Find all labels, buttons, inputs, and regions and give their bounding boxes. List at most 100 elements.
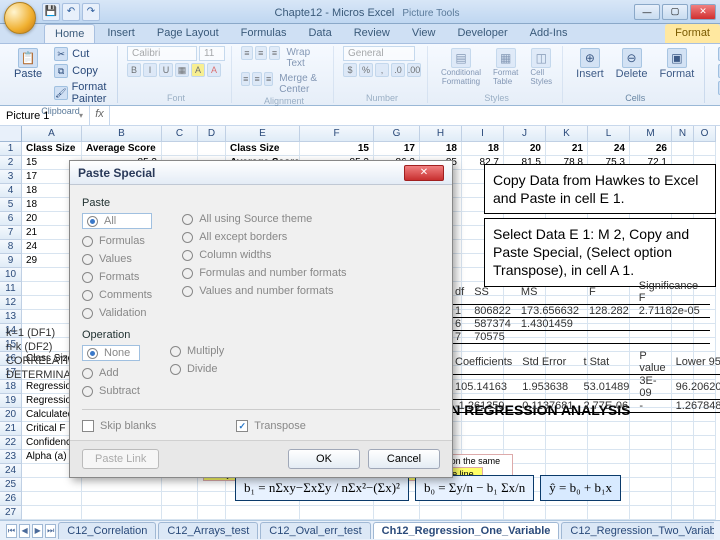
- sheet-tab[interactable]: C12_Oval_err_test: [260, 522, 370, 539]
- row-header[interactable]: 9: [0, 254, 22, 268]
- cell[interactable]: [226, 506, 300, 520]
- cell[interactable]: [694, 478, 716, 492]
- cell[interactable]: [672, 464, 694, 478]
- radio-multiply[interactable]: Multiply: [170, 345, 224, 357]
- cell[interactable]: [82, 492, 162, 506]
- radio-divide[interactable]: Divide: [170, 363, 224, 375]
- cell[interactable]: [630, 478, 672, 492]
- radio-add[interactable]: Add: [82, 367, 140, 379]
- ribbon-tab-page-layout[interactable]: Page Layout: [147, 24, 229, 43]
- col-header[interactable]: A: [22, 126, 82, 142]
- cell[interactable]: [694, 436, 716, 450]
- cell[interactable]: [588, 506, 630, 520]
- cell[interactable]: [504, 506, 546, 520]
- cell[interactable]: [546, 506, 588, 520]
- row-header[interactable]: 6: [0, 212, 22, 226]
- row-header[interactable]: 11: [0, 282, 22, 296]
- row-header[interactable]: 1: [0, 142, 22, 156]
- cell[interactable]: [630, 450, 672, 464]
- row-header[interactable]: 12: [0, 296, 22, 310]
- cell[interactable]: [672, 142, 694, 156]
- cell[interactable]: 17: [374, 142, 420, 156]
- cell[interactable]: [22, 506, 82, 520]
- cell[interactable]: [198, 142, 226, 156]
- cell[interactable]: [694, 492, 716, 506]
- row-header[interactable]: 23: [0, 450, 22, 464]
- qat-save[interactable]: 💾: [42, 3, 60, 21]
- ribbon-tab-formulas[interactable]: Formulas: [231, 24, 297, 43]
- col-header[interactable]: J: [504, 126, 546, 142]
- wrap-text-button[interactable]: Wrap Text: [282, 46, 327, 70]
- col-header[interactable]: O: [694, 126, 716, 142]
- cell[interactable]: [672, 422, 694, 436]
- row-header[interactable]: 22: [0, 436, 22, 450]
- sheet-tab[interactable]: C12_Arrays_test: [158, 522, 258, 539]
- cell[interactable]: 18: [420, 142, 462, 156]
- radio-formulas[interactable]: Formulas: [82, 235, 152, 247]
- cell[interactable]: [694, 422, 716, 436]
- cell[interactable]: Class Size: [226, 142, 300, 156]
- row-header[interactable]: 19: [0, 394, 22, 408]
- window-max[interactable]: ▢: [662, 4, 688, 20]
- window-close[interactable]: ✕: [690, 4, 716, 20]
- cancel-button[interactable]: Cancel: [368, 449, 440, 469]
- cell[interactable]: [300, 506, 374, 520]
- cell[interactable]: [630, 492, 672, 506]
- col-header[interactable]: B: [82, 126, 162, 142]
- radio-values[interactable]: Values: [82, 253, 152, 265]
- cell[interactable]: [630, 422, 672, 436]
- radio-formulas-and-number-formats[interactable]: Formulas and number formats: [182, 267, 346, 279]
- cell[interactable]: [420, 506, 462, 520]
- cell[interactable]: [162, 142, 198, 156]
- radio-comments[interactable]: Comments: [82, 289, 152, 301]
- cell[interactable]: [22, 478, 82, 492]
- fill-button[interactable]: ↓Fill: [714, 63, 720, 79]
- name-box[interactable]: Picture 1▾: [0, 106, 90, 125]
- formula-input[interactable]: [110, 106, 720, 125]
- window-min[interactable]: —: [634, 4, 660, 20]
- cell[interactable]: [588, 436, 630, 450]
- cell-styles-button[interactable]: ◫Cell Styles: [526, 46, 556, 88]
- font-color-button[interactable]: A: [207, 63, 221, 77]
- cell[interactable]: [630, 464, 672, 478]
- cell[interactable]: [162, 492, 198, 506]
- col-header[interactable]: K: [546, 126, 588, 142]
- radio-all-using-source-theme[interactable]: All using Source theme: [182, 213, 346, 225]
- cell[interactable]: [672, 492, 694, 506]
- radio-validation[interactable]: Validation: [82, 307, 152, 319]
- cell[interactable]: [694, 142, 716, 156]
- ribbon-tab-add-ins[interactable]: Add-Ins: [520, 24, 578, 43]
- font-select[interactable]: Calibri: [127, 46, 197, 61]
- cell[interactable]: [198, 506, 226, 520]
- cell[interactable]: 18: [462, 142, 504, 156]
- cell[interactable]: [162, 506, 198, 520]
- format-cells-button[interactable]: ▣Format: [655, 46, 698, 82]
- row-header[interactable]: 25: [0, 478, 22, 492]
- delete-cells-button[interactable]: ⊖Delete: [612, 46, 652, 82]
- tab-nav-next[interactable]: ▶: [32, 524, 43, 538]
- cell[interactable]: [22, 492, 82, 506]
- cell[interactable]: [672, 506, 694, 520]
- italic-button[interactable]: I: [143, 63, 157, 77]
- cell[interactable]: 15: [300, 142, 374, 156]
- fmt-table-button[interactable]: ▦Format Table: [489, 46, 522, 88]
- row-header[interactable]: 26: [0, 492, 22, 506]
- cell[interactable]: [694, 506, 716, 520]
- cell[interactable]: [588, 450, 630, 464]
- cell[interactable]: [162, 478, 198, 492]
- cell[interactable]: [374, 506, 420, 520]
- dialog-titlebar[interactable]: Paste Special✕: [70, 161, 452, 185]
- row-header[interactable]: 13: [0, 310, 22, 324]
- cell[interactable]: [672, 478, 694, 492]
- row-header[interactable]: 7: [0, 226, 22, 240]
- row-header[interactable]: 24: [0, 464, 22, 478]
- fx-button[interactable]: fx: [90, 106, 110, 125]
- row-header[interactable]: 10: [0, 268, 22, 282]
- cell[interactable]: [546, 436, 588, 450]
- col-header[interactable]: M: [630, 126, 672, 142]
- autosum-button[interactable]: ΣAutoSum: [714, 46, 720, 62]
- ribbon-tab-insert[interactable]: Insert: [97, 24, 145, 43]
- cell[interactable]: [546, 422, 588, 436]
- cell[interactable]: Class Size: [22, 142, 82, 156]
- row-header[interactable]: 27: [0, 506, 22, 520]
